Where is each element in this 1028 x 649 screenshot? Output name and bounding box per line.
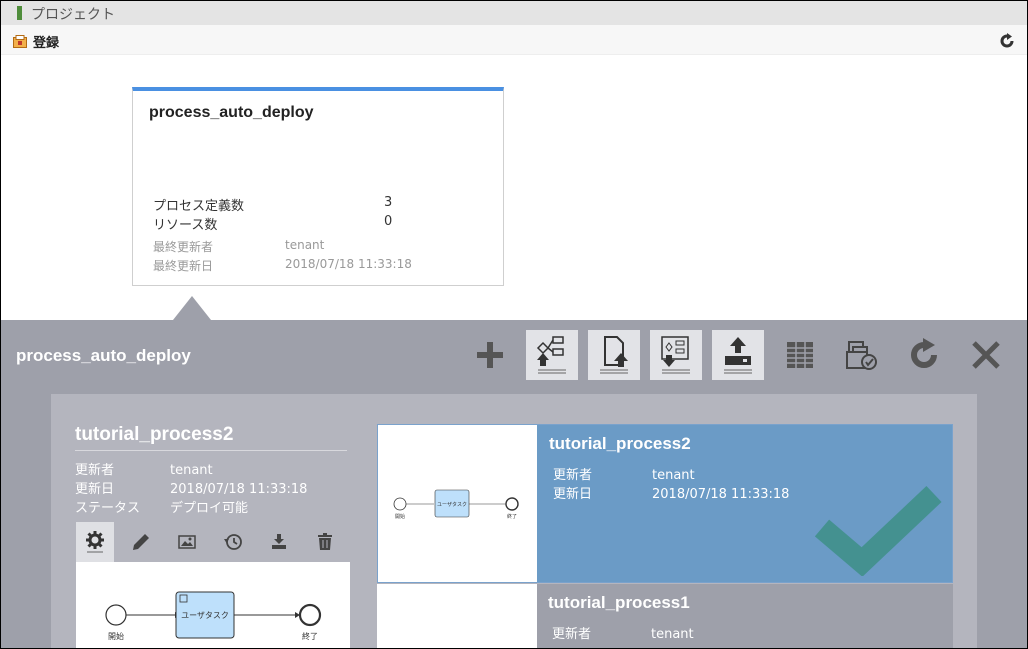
detail-tabs bbox=[76, 522, 350, 562]
thumb-task-label: ユーザタスク bbox=[437, 501, 467, 508]
window-title: プロジェクト bbox=[31, 7, 115, 23]
list-item-updater-row: 更新者 tenant bbox=[553, 464, 695, 483]
detail-updater-value: tenant bbox=[170, 463, 213, 478]
file-upload-icon bbox=[600, 336, 628, 374]
project-card[interactable]: process_auto_deploy プロセス定義数 3 リソース数 0 最終… bbox=[132, 87, 504, 286]
gear-icon bbox=[86, 531, 104, 553]
selected-check-icon bbox=[814, 486, 942, 576]
trash-icon bbox=[318, 533, 332, 550]
deploy-flow-button[interactable] bbox=[526, 330, 578, 380]
process-def-count: 3 bbox=[384, 195, 393, 210]
list-item-updated-value: 2018/07/18 11:33:18 bbox=[652, 487, 790, 502]
list-item-updated-row: 更新日 2018/07/18 11:33:18 bbox=[553, 483, 789, 502]
table-icon bbox=[787, 342, 813, 368]
tab-settings[interactable] bbox=[76, 522, 114, 562]
diagram-end-label: 終了 bbox=[302, 631, 318, 641]
list-item-updater-value: tenant bbox=[651, 627, 694, 642]
toolbar: 登録 bbox=[1, 25, 1027, 55]
process-area: tutorial_process2 更新者 tenant 更新日 2018/07/1… bbox=[51, 394, 977, 648]
card-pointer bbox=[173, 296, 211, 320]
history-clock-icon bbox=[224, 534, 242, 550]
download-icon bbox=[272, 534, 286, 549]
diagram-start-label: 開始 bbox=[108, 631, 124, 641]
title-bar: プロジェクト bbox=[1, 1, 1027, 25]
detail-updated-label: 更新日 bbox=[75, 482, 115, 497]
detail-updater-row: 更新者 tenant bbox=[75, 459, 213, 478]
detail-updated-value: 2018/07/18 11:33:18 bbox=[170, 482, 308, 497]
project-detail-panel: process_auto_deploy tutorial_process2 更新… bbox=[1, 320, 1027, 648]
diagram-task-label: ユーザタスク bbox=[181, 611, 229, 620]
detail-updated-row: 更新日 2018/07/18 11:33:18 bbox=[75, 478, 307, 497]
detail-status-row: ステータス デプロイ可能 bbox=[75, 497, 248, 516]
updated-label: 最終更新日 bbox=[153, 259, 214, 273]
close-button[interactable] bbox=[960, 330, 1012, 380]
panel-title: process_auto_deploy bbox=[16, 346, 191, 365]
process-thumbnail: 開始 ユーザタスク 終了 bbox=[378, 425, 537, 582]
flow-import-icon bbox=[661, 336, 690, 374]
add-button[interactable] bbox=[464, 330, 516, 380]
list-item-title: tutorial_process2 bbox=[549, 434, 691, 453]
register-button[interactable]: 登録 bbox=[13, 32, 60, 51]
process-detail: tutorial_process2 更新者 tenant 更新日 2018/07/1… bbox=[75, 424, 350, 516]
panel-header: process_auto_deploy bbox=[1, 320, 1027, 394]
import-flow-button[interactable] bbox=[650, 330, 702, 380]
history-button[interactable] bbox=[836, 330, 888, 380]
thumbnail-diagram: 開始 ユーザタスク 終了 bbox=[393, 489, 519, 520]
tab-edit[interactable] bbox=[122, 522, 160, 562]
upload-button[interactable] bbox=[712, 330, 764, 380]
process-detail-title: tutorial_process2 bbox=[75, 424, 347, 451]
detail-status-value: デプロイ可能 bbox=[170, 501, 249, 516]
tab-history[interactable] bbox=[214, 522, 252, 562]
list-item-updater-label: 更新者 bbox=[553, 468, 593, 483]
updater-value: tenant bbox=[285, 238, 325, 252]
register-label: 登録 bbox=[33, 35, 60, 51]
process-list-item[interactable]: tutorial_process1 更新者 tenant bbox=[377, 584, 953, 648]
process-def-label: プロセス定義数 bbox=[153, 199, 245, 214]
process-diagram: 開始 ユーザタスク 終了 bbox=[105, 591, 322, 641]
project-card-title: process_auto_deploy bbox=[149, 104, 314, 121]
app-window: プロジェクト 登録 process_auto_deploy プロセス定義数 3 … bbox=[1, 1, 1027, 648]
image-icon bbox=[178, 535, 196, 549]
detail-status-label: ステータス bbox=[75, 501, 141, 516]
flow-upload-icon bbox=[536, 336, 566, 374]
list-item-updater-row: 更新者 tenant bbox=[552, 623, 694, 642]
upload-icon bbox=[724, 337, 752, 374]
reload-icon[interactable] bbox=[999, 33, 1015, 49]
thumb-start-label: 開始 bbox=[395, 513, 405, 520]
tab-image[interactable] bbox=[168, 522, 206, 562]
thumb-end-label: 終了 bbox=[507, 513, 517, 520]
reload-button[interactable] bbox=[898, 330, 950, 380]
register-icon bbox=[13, 34, 27, 48]
list-item-title: tutorial_process1 bbox=[548, 593, 690, 612]
tab-delete[interactable] bbox=[306, 522, 344, 562]
list-item-updater-value: tenant bbox=[652, 468, 695, 483]
reload-icon bbox=[911, 338, 937, 368]
detail-updater-label: 更新者 bbox=[75, 463, 115, 478]
list-item-updated-label: 更新日 bbox=[553, 487, 593, 502]
pencil-icon bbox=[133, 534, 149, 550]
updated-value: 2018/07/18 11:33:18 bbox=[285, 257, 412, 271]
title-mark-icon bbox=[17, 6, 22, 20]
list-item-updater-label: 更新者 bbox=[552, 627, 592, 642]
plus-icon bbox=[477, 342, 503, 368]
tab-download[interactable] bbox=[260, 522, 298, 562]
updater-label: 最終更新者 bbox=[153, 240, 214, 254]
resource-label: リソース数 bbox=[153, 218, 218, 233]
process-list-item[interactable]: 開始 ユーザタスク 終了 tutorial_process2 更新者 tenant… bbox=[377, 424, 953, 583]
history-icon bbox=[846, 341, 877, 370]
close-icon bbox=[972, 341, 1000, 369]
process-diagram-preview: 開始 ユーザタスク 終了 bbox=[76, 562, 350, 648]
upload-file-button[interactable] bbox=[588, 330, 640, 380]
process-thumbnail bbox=[377, 584, 537, 648]
table-button[interactable] bbox=[774, 330, 826, 380]
resource-count: 0 bbox=[384, 214, 393, 229]
